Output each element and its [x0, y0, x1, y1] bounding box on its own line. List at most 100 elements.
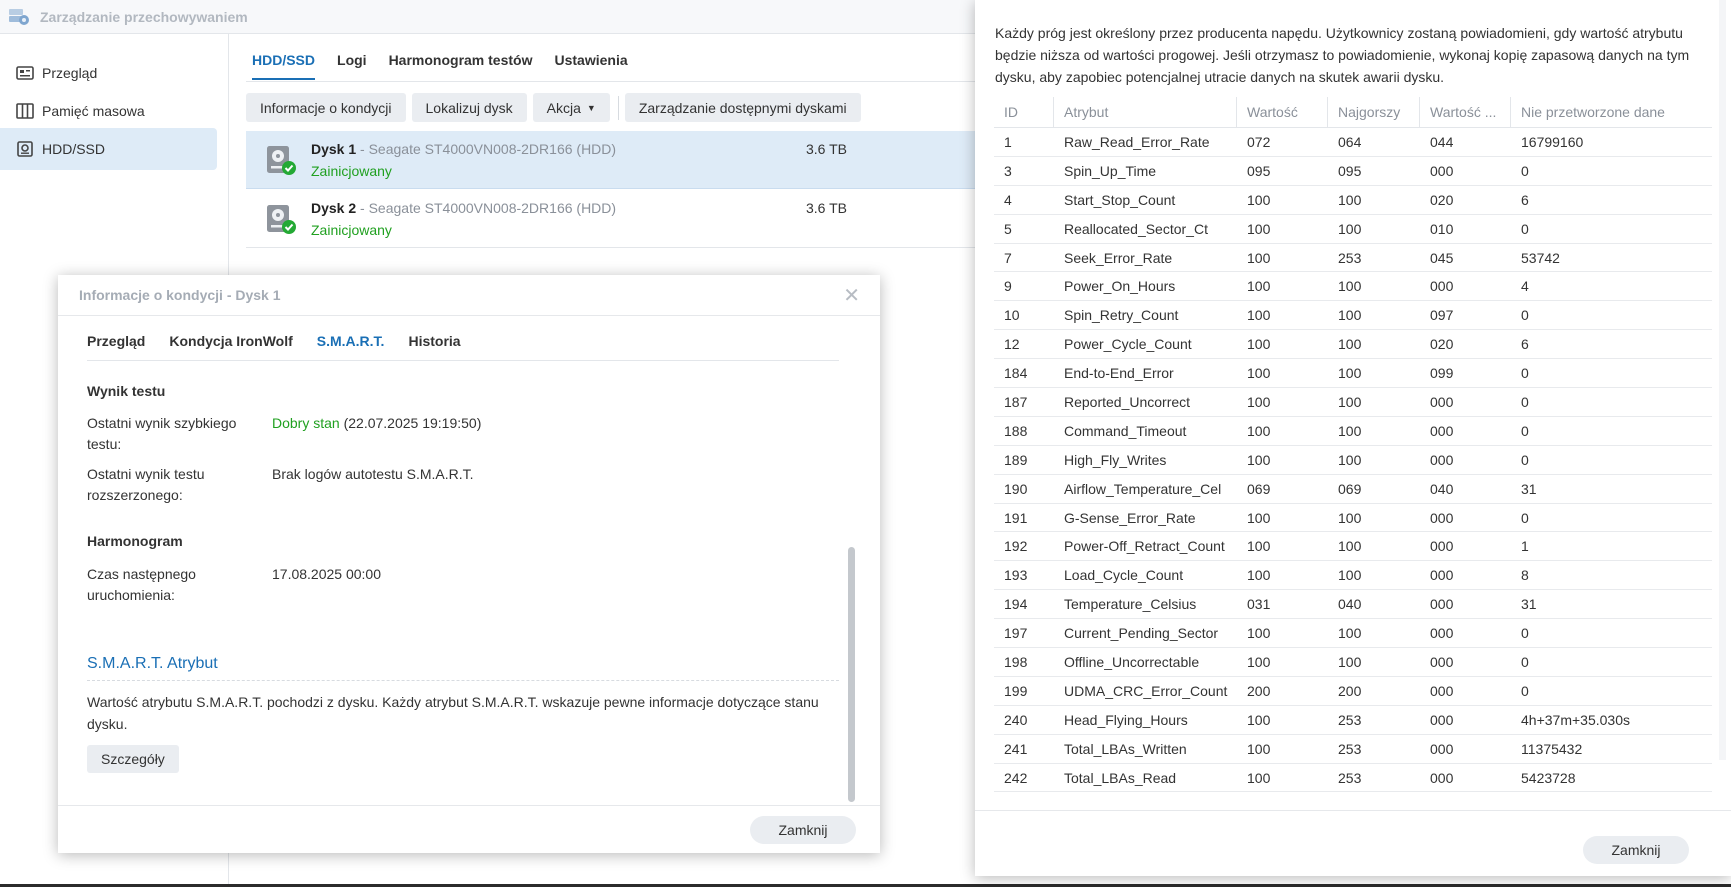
cell-id: 193	[1004, 567, 1028, 584]
column-header-id[interactable]: ID	[994, 96, 1054, 128]
sidebar-item-label: Przegląd	[42, 65, 98, 81]
scrollbar-track[interactable]	[1719, 0, 1726, 760]
column-header-raw-data[interactable]: Nie przetworzone dane	[1511, 97, 1712, 128]
cell-threshold: 099	[1430, 365, 1454, 382]
cell-raw-data: 0	[1521, 307, 1529, 324]
cell-threshold: 000	[1430, 162, 1454, 179]
cell-worst: 100	[1338, 191, 1362, 208]
scrollbar[interactable]	[848, 547, 855, 802]
locate-disk-button[interactable]: Lokalizuj dysk	[411, 93, 527, 122]
cell-attribute: Reallocated_Sector_Ct	[1064, 220, 1208, 237]
cell-attribute: G-Sense_Error_Rate	[1064, 509, 1196, 526]
tab-overview[interactable]: Przegląd	[87, 333, 145, 359]
cell-threshold: 000	[1430, 393, 1454, 410]
action-dropdown[interactable]: Akcja ▼	[532, 93, 610, 122]
table-row[interactable]: 193 Load_Cycle_Count 100 100 000 8	[994, 561, 1712, 591]
cell-raw-data: 0	[1521, 451, 1529, 468]
table-row[interactable]: 242 Total_LBAs_Read 100 253 000 5423728	[994, 764, 1712, 793]
tab-logs[interactable]: Logi	[337, 48, 367, 80]
table-row[interactable]: 199 UDMA_CRC_Error_Count 200 200 000 0	[994, 677, 1712, 706]
cell-attribute: Command_Timeout	[1064, 422, 1187, 439]
table-row[interactable]: 190 Airflow_Temperature_Cel 069 069 040 31	[994, 475, 1712, 504]
cell-raw-data: 0	[1521, 365, 1529, 382]
cell-threshold: 000	[1430, 653, 1454, 670]
cell-threshold: 044	[1430, 133, 1454, 150]
column-header-worst[interactable]: Najgorszy	[1328, 96, 1420, 128]
cell-value: 100	[1247, 422, 1271, 439]
cell-raw-data: 31	[1521, 596, 1537, 613]
close-button[interactable]: Zamknij	[1583, 836, 1689, 864]
cell-id: 4	[1004, 191, 1012, 208]
disk-status: Zainicjowany	[311, 163, 392, 179]
table-row[interactable]: 5 Reallocated_Sector_Ct 100 100 010 0	[994, 215, 1712, 244]
tab-settings[interactable]: Ustawienia	[554, 48, 627, 80]
table-row[interactable]: 194 Temperature_Celsius 031 040 000 31	[994, 590, 1712, 620]
tab-ironwolf-health[interactable]: Kondycja IronWolf	[169, 333, 292, 359]
cell-attribute: End-to-End_Error	[1064, 365, 1174, 382]
table-row[interactable]: 187 Reported_Uncorrect 100 100 000 0	[994, 388, 1712, 417]
dialog-tabs: Przegląd Kondycja IronWolf S.M.A.R.T. Hi…	[87, 333, 485, 359]
cell-raw-data: 11375432	[1521, 740, 1583, 757]
cell-attribute: Temperature_Celsius	[1064, 596, 1197, 613]
disk-model: - Seagate ST4000VN008-2DR166 (HDD)	[356, 141, 617, 157]
health-info-button[interactable]: Informacje o kondycji	[246, 93, 406, 122]
table-row[interactable]: 192 Power-Off_Retract_Count 100 100 000 1	[994, 532, 1712, 562]
column-header-threshold[interactable]: Wartość ...	[1420, 96, 1511, 128]
table-row[interactable]: 240 Head_Flying_Hours 100 253 000 4h+37m+35.0…	[994, 706, 1712, 735]
cell-id: 188	[1004, 422, 1028, 439]
tab-smart[interactable]: S.M.A.R.T.	[317, 333, 385, 359]
cell-raw-data: 0	[1521, 625, 1529, 642]
cell-threshold: 020	[1430, 191, 1454, 208]
quick-test-date: (22.07.2025 19:19:50)	[339, 415, 482, 431]
cell-raw-data: 6	[1521, 191, 1529, 208]
cell-attribute: Current_Pending_Sector	[1064, 625, 1219, 642]
cell-worst: 100	[1338, 509, 1362, 526]
table-row[interactable]: 4 Start_Stop_Count 100 100 020 6	[994, 186, 1712, 215]
table-row[interactable]: 184 End-to-End_Error 100 100 099 0	[994, 359, 1712, 389]
sidebar-item-storage[interactable]: Pamięć masowa	[0, 90, 217, 132]
sidebar-item-hdd-ssd[interactable]: HDD/SSD	[0, 128, 217, 170]
table-row[interactable]: 1 Raw_Read_Error_Rate 072 064 044 16799160	[994, 128, 1712, 157]
cell-attribute: Reported_Uncorrect	[1064, 393, 1191, 410]
table-row[interactable]: 12 Power_Cycle_Count 100 100 020 6	[994, 330, 1712, 360]
cell-threshold: 010	[1430, 220, 1454, 237]
cell-id: 198	[1004, 653, 1028, 670]
table-row[interactable]: 241 Total_LBAs_Written 100 253 000 11375432	[994, 735, 1712, 764]
cell-attribute: Power-Off_Retract_Count	[1064, 538, 1225, 555]
table-row[interactable]: 197 Current_Pending_Sector 100 100 000 0	[994, 619, 1712, 649]
dialog-divider	[58, 315, 880, 316]
main-tabs: HDD/SSD Logi Harmonogram testów Ustawien…	[252, 48, 650, 82]
cell-threshold: 000	[1430, 769, 1454, 786]
close-icon[interactable]: ✕	[843, 283, 860, 308]
next-run-value: 17.08.2025 00:00	[272, 566, 381, 582]
table-row[interactable]: 7 Seek_Error_Rate 100 253 045 53742	[994, 244, 1712, 273]
cell-attribute: Spin_Retry_Count	[1064, 307, 1179, 324]
cell-worst: 100	[1338, 365, 1362, 382]
cell-threshold: 000	[1430, 567, 1454, 584]
table-row[interactable]: 189 High_Fly_Writes 100 100 000 0	[994, 446, 1712, 475]
table-row[interactable]: 10 Spin_Retry_Count 100 100 097 0	[994, 301, 1712, 331]
table-row[interactable]: 9 Power_On_Hours 100 100 000 4	[994, 272, 1712, 302]
table-row[interactable]: 188 Command_Timeout 100 100 000 0	[994, 417, 1712, 446]
cell-raw-data: 1	[1521, 538, 1529, 555]
tab-history[interactable]: Historia	[408, 333, 460, 359]
disk-name: Dysk 1	[311, 141, 357, 157]
cell-value: 072	[1247, 133, 1271, 150]
cell-id: 197	[1004, 625, 1028, 642]
table-row[interactable]: 191 G-Sense_Error_Rate 100 100 000 0	[994, 504, 1712, 533]
column-header-value[interactable]: Wartość	[1237, 96, 1328, 128]
cell-id: 192	[1004, 538, 1028, 555]
table-row[interactable]: 198 Offline_Uncorrectable 100 100 000 0	[994, 648, 1712, 677]
tab-test-schedule[interactable]: Harmonogram testów	[389, 48, 533, 80]
table-row[interactable]: 3 Spin_Up_Time 095 095 000 0	[994, 157, 1712, 186]
cell-value: 100	[1247, 336, 1271, 353]
column-header-attribute[interactable]: Atrybut	[1054, 96, 1237, 128]
sidebar-item-overview[interactable]: Przegląd	[0, 52, 217, 94]
close-button[interactable]: Zamknij	[750, 816, 856, 844]
details-button[interactable]: Szczegóły	[87, 745, 179, 773]
cell-id: 194	[1004, 596, 1028, 613]
tab-hdd-ssd[interactable]: HDD/SSD	[252, 48, 316, 80]
cell-id: 7	[1004, 249, 1012, 266]
manage-disks-button[interactable]: Zarządzanie dostępnymi dyskami	[624, 93, 861, 122]
hdd-healthy-icon	[267, 205, 296, 234]
